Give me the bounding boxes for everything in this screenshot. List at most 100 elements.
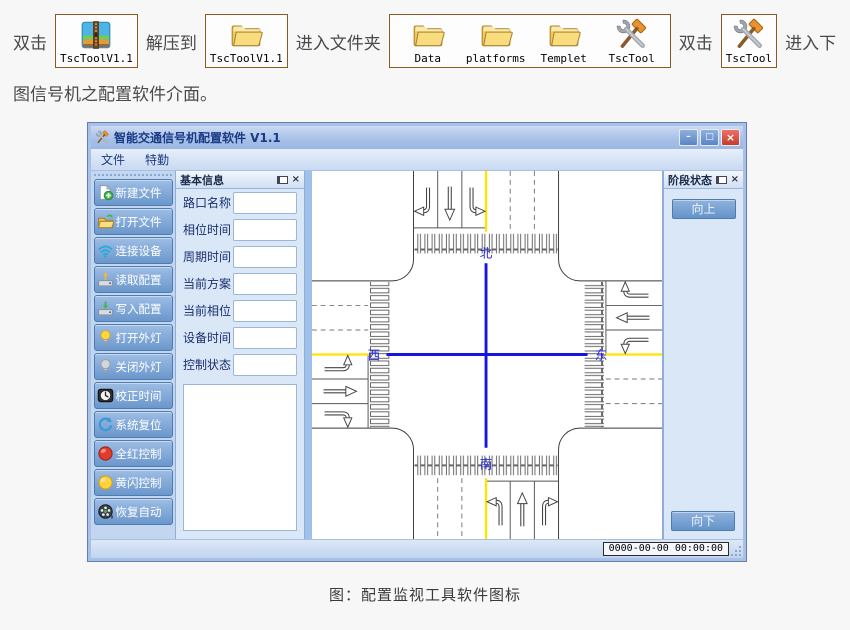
clock-icon <box>97 387 114 404</box>
light-off-icon <box>97 358 114 375</box>
folder-icon <box>547 18 581 52</box>
minimize-button[interactable]: – <box>679 129 698 146</box>
sidebar-button-label: 写入配置 <box>116 301 162 317</box>
form-field-row: 当前相位 <box>176 297 304 324</box>
sidebar-button-label: 关闭外灯 <box>116 359 162 375</box>
reset-icon <box>97 416 114 433</box>
field-input[interactable] <box>233 300 297 322</box>
field-label: 控制状态 <box>183 356 231 373</box>
zip-file-icon-box: TscToolV1.1 <box>55 14 138 68</box>
sidebar-button[interactable]: 关闭外灯 <box>94 353 173 380</box>
stage-status-title: 阶段状态 <box>668 172 712 188</box>
field-input[interactable] <box>233 246 297 268</box>
extracted-folder-icon-box: TscToolV1.1 <box>205 14 288 68</box>
field-label: 路口名称 <box>183 194 231 211</box>
resize-grip[interactable] <box>739 554 741 556</box>
sidebar-button[interactable]: 打开文件 <box>94 208 173 235</box>
field-label: 相位时间 <box>183 221 231 238</box>
sidebar-button-label: 打开文件 <box>116 214 162 230</box>
step-text-enter-next: 进入下 <box>785 29 836 54</box>
panel-close-icon[interactable]: × <box>292 175 300 185</box>
write-config-icon <box>97 300 114 317</box>
window-title: 智能交通信号机配置软件 V1.1 <box>114 129 677 146</box>
step-text-extract-to: 解压到 <box>146 29 197 54</box>
field-label: 当前相位 <box>183 302 231 319</box>
form-field-row: 路口名称 <box>176 189 304 216</box>
form-field-row: 相位时间 <box>176 216 304 243</box>
field-input[interactable] <box>233 273 297 295</box>
field-label: 设备时间 <box>183 329 231 346</box>
info-listbox[interactable] <box>183 384 297 531</box>
intro-text: 图信号机之配置软件介面。 <box>13 80 217 105</box>
sidebar-button[interactable]: 校正时间 <box>94 382 173 409</box>
sidebar-button[interactable]: 打开外灯 <box>94 324 173 351</box>
stage-up-button[interactable]: 向上 <box>672 199 736 219</box>
pin-icon[interactable] <box>716 176 727 184</box>
stage-down-button[interactable]: 向下 <box>671 511 735 531</box>
file-icon-cell: platforms <box>468 18 524 65</box>
document-page: 双击 TscToolV1.1 解压到 TscToolV1.1 进入文件夹 Dat… <box>0 0 850 630</box>
sidebar-button[interactable]: 黄闪控制 <box>94 469 173 496</box>
field-input[interactable] <box>233 327 297 349</box>
sidebar-button[interactable]: 写入配置 <box>94 295 173 322</box>
folder-icon <box>479 18 513 52</box>
sidebar-button-label: 读取配置 <box>116 272 162 288</box>
field-label: 当前方案 <box>183 275 231 292</box>
sidebar-button[interactable]: 系统复位 <box>94 411 173 438</box>
step-text-enter-folder: 进入文件夹 <box>296 29 381 54</box>
folder-contents-box: Data platforms Templet TscTool <box>389 14 671 68</box>
intersection-diagram: 北 南 西 东 <box>312 171 663 539</box>
sidebar-button[interactable]: 读取配置 <box>94 266 173 293</box>
sidebar-button-label: 全红控制 <box>116 446 162 462</box>
sidebar-button[interactable]: 全红控制 <box>94 440 173 467</box>
new-file-icon <box>97 184 114 201</box>
menu-item[interactable]: 文件 <box>91 150 135 170</box>
folder-icon <box>229 18 263 52</box>
step-text-double-click-2: 双击 <box>679 29 713 54</box>
read-config-icon <box>97 271 114 288</box>
file-icon-cell: Data <box>400 18 456 65</box>
file-icon-cell: Templet <box>536 18 592 65</box>
menu-item[interactable]: 特勤 <box>135 150 179 170</box>
sidebar-button-label: 黄闪控制 <box>116 475 162 491</box>
field-input[interactable] <box>233 219 297 241</box>
pin-icon[interactable] <box>277 176 288 184</box>
figure-caption: 图：配置监视工具软件图标 <box>0 584 850 605</box>
panel-close-icon[interactable]: × <box>731 175 739 185</box>
tools-icon <box>732 18 766 52</box>
step-text-double-click-1: 双击 <box>13 29 47 54</box>
toolbar-sidebar: 新建文件 打开文件 连接设备 读取配置 <box>91 171 175 539</box>
light-on-icon <box>97 329 114 346</box>
field-input[interactable] <box>233 354 297 376</box>
field-input[interactable] <box>233 192 297 214</box>
basic-info-title: 基本信息 <box>180 172 224 188</box>
yellow-flash-icon <box>97 474 114 491</box>
app-tools-icon <box>95 130 110 145</box>
zip-archive-icon <box>79 18 113 52</box>
file-icon-label: platforms <box>466 53 526 65</box>
sidebar-button-label: 连接设备 <box>116 243 162 259</box>
sidebar-button[interactable]: 连接设备 <box>94 237 173 264</box>
auto-icon <box>97 503 114 520</box>
tools-icon <box>615 18 649 52</box>
field-label: 周期时间 <box>183 248 231 265</box>
form-field-row: 控制状态 <box>176 351 304 378</box>
stage-status-header: 阶段状态 × <box>664 171 743 189</box>
exe-icon-label: TscTool <box>726 53 772 65</box>
extracted-folder-label: TscToolV1.1 <box>210 53 283 65</box>
compass-north-label: 北 <box>480 245 493 260</box>
sidebar-button-label: 新建文件 <box>116 185 162 201</box>
basic-info-fields: 路口名称 相位时间 周期时间 <box>176 189 304 378</box>
sidebar-button-label: 恢复自动 <box>116 504 162 520</box>
window-content: 新建文件 打开文件 连接设备 读取配置 <box>91 171 743 539</box>
sidebar-button[interactable]: 恢复自动 <box>94 498 173 525</box>
status-bar: 0000-00-00 00:00:00 <box>91 539 743 558</box>
close-button[interactable]: × <box>721 129 740 146</box>
sidebar-button[interactable]: 新建文件 <box>94 179 173 206</box>
sidebar-button-label: 校正时间 <box>116 388 162 404</box>
menu-bar: 文件 特勤 <box>91 149 743 171</box>
sidebar-button-label: 系统复位 <box>116 417 162 433</box>
basic-info-header: 基本信息 × <box>176 171 304 189</box>
panel-splitter[interactable] <box>305 171 312 539</box>
maximize-button[interactable]: □ <box>700 129 719 146</box>
